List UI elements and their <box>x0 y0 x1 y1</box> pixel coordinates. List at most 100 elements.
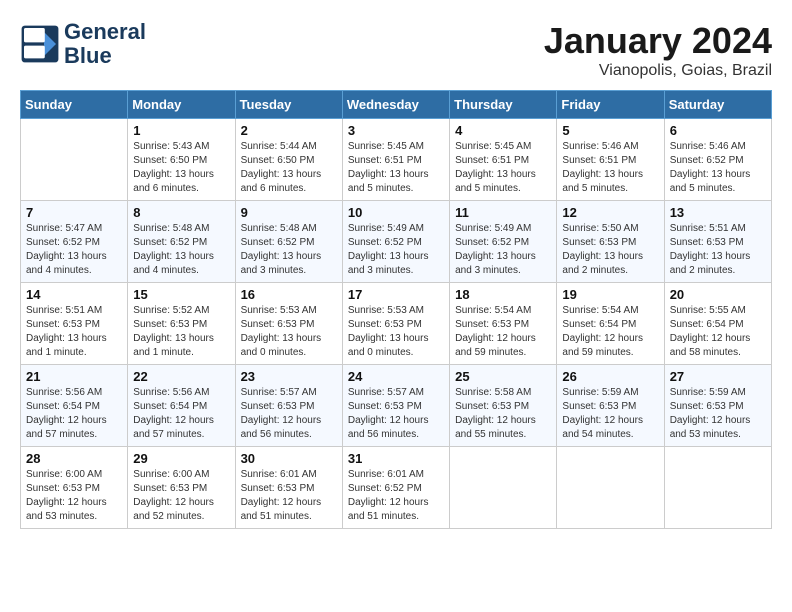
page-header: General Blue January 2024 Vianopolis, Go… <box>20 20 772 80</box>
calendar-cell: 11 Sunrise: 5:49 AM Sunset: 6:52 PM Dayli… <box>450 201 557 283</box>
day-number: 26 <box>562 369 658 384</box>
day-details: Sunrise: 5:57 AM Sunset: 6:53 PM Dayligh… <box>241 386 337 442</box>
calendar-cell: 17 Sunrise: 5:53 AM Sunset: 6:53 PM Dayli… <box>342 283 449 365</box>
weekday-header-friday: Friday <box>557 91 664 119</box>
calendar-cell <box>664 447 771 529</box>
calendar-cell <box>450 447 557 529</box>
day-details: Sunrise: 5:58 AM Sunset: 6:53 PM Dayligh… <box>455 386 551 442</box>
calendar-cell <box>557 447 664 529</box>
day-details: Sunrise: 5:56 AM Sunset: 6:54 PM Dayligh… <box>133 386 229 442</box>
day-number: 2 <box>241 123 337 138</box>
calendar-cell: 18 Sunrise: 5:54 AM Sunset: 6:53 PM Dayli… <box>450 283 557 365</box>
calendar-cell: 13Sunrise: 5:51 AM Sunset: 6:53 PM Dayli… <box>664 201 771 283</box>
day-number: 28 <box>26 451 122 466</box>
weekday-header-wednesday: Wednesday <box>342 91 449 119</box>
calendar-cell: 3 Sunrise: 5:45 AM Sunset: 6:51 PM Daylig… <box>342 119 449 201</box>
day-number: 31 <box>348 451 444 466</box>
calendar-cell: 21 Sunrise: 5:56 AM Sunset: 6:54 PM Dayli… <box>21 365 128 447</box>
day-details: Sunrise: 5:50 AM Sunset: 6:53 PM Dayligh… <box>562 222 658 278</box>
calendar-cell: 6Sunrise: 5:46 AM Sunset: 6:52 PM Daylig… <box>664 119 771 201</box>
weekday-header-monday: Monday <box>128 91 235 119</box>
calendar-cell: 27 Sunrise: 5:59 AM Sunset: 6:53 PM Dayli… <box>664 365 771 447</box>
day-details: Sunrise: 5:46 AM Sunset: 6:51 PM Dayligh… <box>562 140 658 196</box>
day-details: Sunrise: 5:52 AM Sunset: 6:53 PM Dayligh… <box>133 304 229 360</box>
calendar-cell: 16 Sunrise: 5:53 AM Sunset: 6:53 PM Dayli… <box>235 283 342 365</box>
calendar-header: SundayMondayTuesdayWednesdayThursdayFrid… <box>21 91 772 119</box>
calendar-week-row: 1Sunrise: 5:43 AM Sunset: 6:50 PM Daylig… <box>21 119 772 201</box>
day-details: Sunrise: 5:55 AM Sunset: 6:54 PM Dayligh… <box>670 304 766 360</box>
day-details: Sunrise: 5:49 AM Sunset: 6:52 PM Dayligh… <box>348 222 444 278</box>
day-number: 25 <box>455 369 551 384</box>
calendar-cell: 4Sunrise: 5:45 AM Sunset: 6:51 PM Daylig… <box>450 119 557 201</box>
calendar-week-row: 28 Sunrise: 6:00 AM Sunset: 6:53 PM Dayli… <box>21 447 772 529</box>
logo-text: General Blue <box>64 20 146 68</box>
day-number: 9 <box>241 205 337 220</box>
calendar-cell: 7 Sunrise: 5:47 AM Sunset: 6:52 PM Daylig… <box>21 201 128 283</box>
weekday-header-row: SundayMondayTuesdayWednesdayThursdayFrid… <box>21 91 772 119</box>
day-details: Sunrise: 6:00 AM Sunset: 6:53 PM Dayligh… <box>26 468 122 524</box>
day-details: Sunrise: 5:53 AM Sunset: 6:53 PM Dayligh… <box>348 304 444 360</box>
day-details: Sunrise: 6:01 AM Sunset: 6:53 PM Dayligh… <box>241 468 337 524</box>
day-number: 18 <box>455 287 551 302</box>
day-number: 14 <box>26 287 122 302</box>
day-details: Sunrise: 5:59 AM Sunset: 6:53 PM Dayligh… <box>670 386 766 442</box>
calendar-table: SundayMondayTuesdayWednesdayThursdayFrid… <box>20 90 772 529</box>
day-details: Sunrise: 5:51 AM Sunset: 6:53 PM Dayligh… <box>26 304 122 360</box>
day-details: Sunrise: 5:59 AM Sunset: 6:53 PM Dayligh… <box>562 386 658 442</box>
weekday-header-saturday: Saturday <box>664 91 771 119</box>
day-details: Sunrise: 5:54 AM Sunset: 6:53 PM Dayligh… <box>455 304 551 360</box>
day-details: Sunrise: 5:49 AM Sunset: 6:52 PM Dayligh… <box>455 222 551 278</box>
day-number: 3 <box>348 123 444 138</box>
calendar-cell: 5Sunrise: 5:46 AM Sunset: 6:51 PM Daylig… <box>557 119 664 201</box>
weekday-header-thursday: Thursday <box>450 91 557 119</box>
calendar-cell: 10 Sunrise: 5:49 AM Sunset: 6:52 PM Dayli… <box>342 201 449 283</box>
calendar-cell: 19Sunrise: 5:54 AM Sunset: 6:54 PM Dayli… <box>557 283 664 365</box>
calendar-week-row: 7 Sunrise: 5:47 AM Sunset: 6:52 PM Daylig… <box>21 201 772 283</box>
day-details: Sunrise: 5:53 AM Sunset: 6:53 PM Dayligh… <box>241 304 337 360</box>
day-number: 4 <box>455 123 551 138</box>
day-details: Sunrise: 5:56 AM Sunset: 6:54 PM Dayligh… <box>26 386 122 442</box>
day-details: Sunrise: 5:47 AM Sunset: 6:52 PM Dayligh… <box>26 222 122 278</box>
title-block: January 2024 Vianopolis, Goias, Brazil <box>544 20 772 80</box>
day-number: 29 <box>133 451 229 466</box>
day-number: 19 <box>562 287 658 302</box>
logo: General Blue <box>20 20 146 68</box>
calendar-cell: 9Sunrise: 5:48 AM Sunset: 6:52 PM Daylig… <box>235 201 342 283</box>
day-number: 8 <box>133 205 229 220</box>
day-details: Sunrise: 5:48 AM Sunset: 6:52 PM Dayligh… <box>133 222 229 278</box>
weekday-header-tuesday: Tuesday <box>235 91 342 119</box>
day-number: 13 <box>670 205 766 220</box>
day-details: Sunrise: 5:45 AM Sunset: 6:51 PM Dayligh… <box>348 140 444 196</box>
day-details: Sunrise: 6:01 AM Sunset: 6:52 PM Dayligh… <box>348 468 444 524</box>
calendar-cell: 22Sunrise: 5:56 AM Sunset: 6:54 PM Dayli… <box>128 365 235 447</box>
calendar-cell: 2 Sunrise: 5:44 AM Sunset: 6:50 PM Daylig… <box>235 119 342 201</box>
day-number: 10 <box>348 205 444 220</box>
day-details: Sunrise: 6:00 AM Sunset: 6:53 PM Dayligh… <box>133 468 229 524</box>
calendar-cell: 1Sunrise: 5:43 AM Sunset: 6:50 PM Daylig… <box>128 119 235 201</box>
day-details: Sunrise: 5:57 AM Sunset: 6:53 PM Dayligh… <box>348 386 444 442</box>
weekday-header-sunday: Sunday <box>21 91 128 119</box>
calendar-cell: 20 Sunrise: 5:55 AM Sunset: 6:54 PM Dayli… <box>664 283 771 365</box>
day-number: 24 <box>348 369 444 384</box>
calendar-cell: 15 Sunrise: 5:52 AM Sunset: 6:53 PM Dayli… <box>128 283 235 365</box>
day-number: 7 <box>26 205 122 220</box>
day-number: 21 <box>26 369 122 384</box>
calendar-week-row: 14 Sunrise: 5:51 AM Sunset: 6:53 PM Dayli… <box>21 283 772 365</box>
day-details: Sunrise: 5:44 AM Sunset: 6:50 PM Dayligh… <box>241 140 337 196</box>
day-number: 20 <box>670 287 766 302</box>
calendar-cell: 23Sunrise: 5:57 AM Sunset: 6:53 PM Dayli… <box>235 365 342 447</box>
calendar-cell: 29 Sunrise: 6:00 AM Sunset: 6:53 PM Dayli… <box>128 447 235 529</box>
day-number: 17 <box>348 287 444 302</box>
month-title: January 2024 <box>544 20 772 62</box>
calendar-cell: 25 Sunrise: 5:58 AM Sunset: 6:53 PM Dayli… <box>450 365 557 447</box>
calendar-cell: 14 Sunrise: 5:51 AM Sunset: 6:53 PM Dayli… <box>21 283 128 365</box>
day-details: Sunrise: 5:46 AM Sunset: 6:52 PM Dayligh… <box>670 140 766 196</box>
day-number: 11 <box>455 205 551 220</box>
day-number: 27 <box>670 369 766 384</box>
day-number: 15 <box>133 287 229 302</box>
calendar-cell: 24 Sunrise: 5:57 AM Sunset: 6:53 PM Dayli… <box>342 365 449 447</box>
calendar-cell: 8 Sunrise: 5:48 AM Sunset: 6:52 PM Daylig… <box>128 201 235 283</box>
day-number: 16 <box>241 287 337 302</box>
calendar-body: 1Sunrise: 5:43 AM Sunset: 6:50 PM Daylig… <box>21 119 772 529</box>
calendar-week-row: 21 Sunrise: 5:56 AM Sunset: 6:54 PM Dayli… <box>21 365 772 447</box>
